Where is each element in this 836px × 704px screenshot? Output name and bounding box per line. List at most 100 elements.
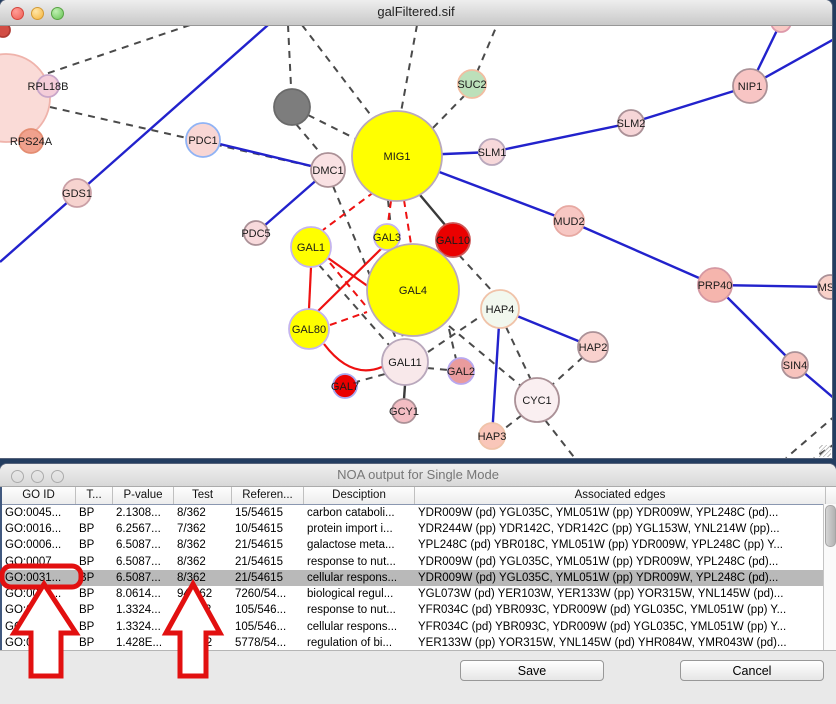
node-blob[interactable] (0, 54, 50, 142)
edge[interactable] (401, 25, 417, 112)
node-HAP3[interactable] (479, 423, 505, 449)
column-header-associated-edges[interactable]: Associated edges (415, 487, 826, 504)
table-row[interactable]: GO:0065...BP8.0614...94/3627260/54...bio… (2, 586, 836, 602)
network-window-titlebar[interactable]: galFiltered.sif (0, 0, 832, 26)
node-RPL18B[interactable] (37, 75, 59, 97)
noa-window-titlebar[interactable]: NOA output for Single Mode (0, 464, 836, 487)
column-header-referen-[interactable]: Referen... (232, 487, 304, 504)
node-gray-node[interactable] (274, 89, 310, 125)
cell-type: BP (76, 554, 113, 570)
edge[interactable] (504, 415, 522, 429)
node-SLM2[interactable] (618, 110, 644, 136)
node-GDS1[interactable] (63, 179, 91, 207)
node-MIG1[interactable] (352, 111, 442, 201)
edge[interactable] (296, 124, 322, 155)
edge[interactable] (324, 344, 384, 370)
edge[interactable] (308, 115, 356, 139)
edge[interactable] (492, 123, 631, 152)
table-row[interactable]: GO:0016...BP6.2567...7/36210/54615protei… (2, 521, 836, 537)
node-NIP1[interactable] (733, 69, 767, 103)
cell-test: 8/362 (174, 554, 232, 570)
edge[interactable] (203, 140, 328, 170)
table-row[interactable]: GO:0031...BP1.3324...11/362105/546...res… (2, 602, 836, 618)
cancel-button[interactable]: Cancel (680, 660, 824, 681)
edge[interactable] (309, 267, 311, 309)
edge[interactable] (506, 327, 531, 380)
node-GAL80[interactable] (289, 309, 329, 349)
node-GAL3[interactable] (374, 224, 400, 250)
edge[interactable] (459, 255, 493, 292)
cell-test: 11/362 (174, 602, 232, 618)
table-row[interactable]: GO:0007...BP6.5087...8/36221/54615respon… (2, 554, 836, 570)
node-GAL1[interactable] (291, 227, 331, 267)
node-SUC2[interactable] (458, 70, 486, 98)
node-SLM1[interactable] (479, 139, 505, 165)
cell-test: 8/362 (174, 505, 232, 521)
edge[interactable] (427, 368, 448, 370)
cell-description: response to nut... (304, 554, 415, 570)
node-GCY1[interactable] (392, 399, 416, 423)
cell-type: BP (76, 619, 113, 635)
node-GAL11[interactable] (382, 339, 428, 385)
noa-footer: Save Cancel (0, 650, 836, 704)
node-GAL4[interactable] (367, 244, 459, 336)
edge[interactable] (404, 385, 405, 399)
network-canvas[interactable]: RPL18BRPS24AGDS1PDC1MIG1SUC2SLM1NIP1SLM2… (0, 0, 832, 458)
table-row-selected[interactable]: GO:0031...BP6.5087...8/36221/54615cellul… (2, 570, 836, 586)
cell-go_id: GO:0050... (2, 635, 76, 651)
node-DMC1[interactable] (311, 153, 345, 187)
scrollbar-thumb[interactable] (825, 505, 836, 547)
edge[interactable] (28, 25, 190, 80)
cell-go_id: GO:0031... (2, 619, 76, 635)
table-row[interactable]: GO:0006...BP6.5087...8/36221/54615galact… (2, 537, 836, 553)
cell-p_value: 1.3324... (113, 619, 174, 635)
edge[interactable] (430, 95, 465, 131)
table-row[interactable]: GO:0050...BP1.428E...80/3625778/54...reg… (2, 635, 836, 651)
node-PDC5[interactable] (244, 221, 268, 245)
node-MUD2[interactable] (554, 206, 584, 236)
cell-go_id: GO:0031... (2, 570, 76, 586)
edge[interactable] (631, 86, 750, 123)
cell-p_value: 1.428E... (113, 635, 174, 651)
edge[interactable] (328, 258, 369, 287)
cell-type: BP (76, 537, 113, 553)
cell-reference: 105/546... (232, 619, 304, 635)
edge[interactable] (545, 420, 577, 458)
node-GAL2[interactable] (448, 358, 474, 384)
node-PRP40[interactable] (698, 268, 732, 302)
cell-edges: YDR009W (pd) YGL035C, YML051W (pp) YDR00… (415, 570, 826, 586)
edge[interactable] (302, 25, 376, 122)
edge[interactable] (420, 195, 446, 226)
node-HAP2[interactable] (578, 332, 608, 362)
node-GAL7[interactable] (333, 374, 357, 398)
node-GAL10[interactable] (436, 223, 470, 257)
edge[interactable] (330, 312, 367, 325)
node-CYC1[interactable] (515, 378, 559, 422)
cell-type: BP (76, 570, 113, 586)
node-PDC1[interactable] (186, 123, 220, 157)
network-graph[interactable]: RPL18BRPS24AGDS1PDC1MIG1SUC2SLM1NIP1SLM2… (0, 0, 832, 458)
vertical-scrollbar[interactable] (823, 504, 836, 650)
node-RPS24A[interactable] (19, 129, 43, 153)
node-SIN4[interactable] (782, 352, 808, 378)
desktop: RPL18BRPS24AGDS1PDC1MIG1SUC2SLM1NIP1SLM2… (0, 0, 836, 704)
cell-description: biological regul... (304, 586, 415, 602)
edge[interactable] (404, 200, 411, 244)
column-header-t-[interactable]: T... (76, 487, 113, 504)
edge[interactable] (569, 221, 715, 285)
edge[interactable] (552, 357, 583, 385)
table-row[interactable]: GO:0045...BP2.1308...8/36215/54615carbon… (2, 505, 836, 521)
cell-test: 8/362 (174, 537, 232, 553)
column-header-desciption[interactable]: Desciption (304, 487, 415, 504)
column-header-p-value[interactable]: P-value (113, 487, 174, 504)
column-header-test[interactable]: Test (174, 487, 232, 504)
resize-grip-icon[interactable] (819, 445, 831, 457)
node-MSN[interactable] (818, 275, 832, 299)
table-row[interactable]: GO:0031...BP1.3324...11/362105/546...cel… (2, 619, 836, 635)
cell-p_value: 8.0614... (113, 586, 174, 602)
node-HAP4[interactable] (481, 290, 519, 328)
column-header-go-id[interactable]: GO ID (2, 487, 76, 504)
save-button[interactable]: Save (460, 660, 604, 681)
cell-type: BP (76, 602, 113, 618)
edge[interactable] (356, 374, 385, 382)
